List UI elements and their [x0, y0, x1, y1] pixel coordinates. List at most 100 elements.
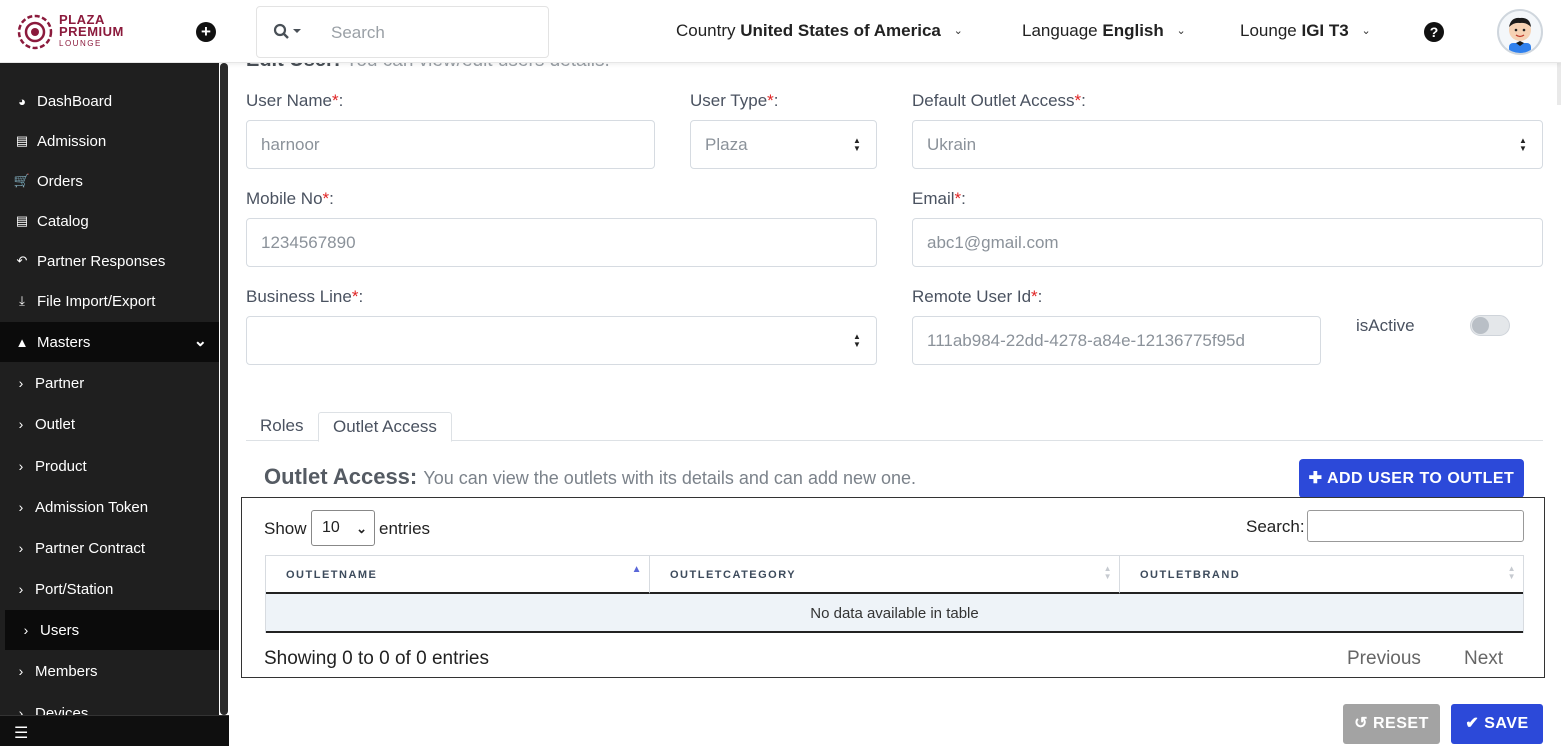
logo-mark-icon: [17, 14, 53, 50]
user-name-label: User Name*:: [246, 91, 343, 111]
remote-user-id-input[interactable]: 111ab984-22dd-4278-a84e-12136775f95d: [912, 316, 1321, 365]
mobile-label: Mobile No*:: [246, 189, 334, 209]
toggle-knob: [1472, 317, 1489, 334]
sidebar-item-admission[interactable]: ▤ Admission: [0, 121, 219, 161]
select-arrows-icon: ▲ ▼: [1519, 136, 1527, 153]
sidebar-item-users[interactable]: › Users: [5, 610, 219, 650]
sidebar-scrollbar[interactable]: [219, 63, 229, 715]
global-search[interactable]: Search: [256, 6, 549, 58]
avatar[interactable]: [1497, 9, 1543, 55]
outlet-access-title: Outlet Access:: [264, 464, 418, 489]
search-input[interactable]: Search: [331, 23, 385, 43]
chevron-right-icon: ›: [18, 581, 24, 597]
sidebar-item-label: Port/Station: [35, 580, 114, 598]
label-text: Business Line: [246, 287, 352, 306]
show-label: Show: [264, 519, 307, 538]
chevron-down-icon: ⌄: [953, 25, 963, 37]
search-dropdown-icon[interactable]: [273, 23, 305, 43]
business-line-select[interactable]: ▲ ▼: [246, 316, 877, 365]
label-text: Mobile No: [246, 189, 323, 208]
column-header-outletcategory[interactable]: OUTLETCATEGORY ▲ ▼: [649, 556, 1119, 594]
sidebar-item-dashboard[interactable]: ◕ DashBoard: [0, 81, 219, 121]
sidebar-item-catalog[interactable]: ▤ Catalog: [0, 201, 219, 241]
business-line-label: Business Line*:: [246, 287, 363, 307]
sort-ascending-icon: ▲: [631, 564, 643, 575]
country-value: United States of America: [740, 21, 941, 40]
sidebar-item-port-station[interactable]: › Port/Station: [0, 569, 219, 609]
mobile-input[interactable]: 1234567890: [246, 218, 877, 267]
sidebar-item-partner-responses[interactable]: ↶ Partner Responses: [0, 241, 219, 281]
sidebar-item-partner-contract[interactable]: › Partner Contract: [0, 528, 219, 568]
remote-user-id-label: Remote User Id*:: [912, 287, 1042, 307]
user-name-input[interactable]: harnoor: [246, 120, 655, 169]
sidebar-item-members[interactable]: › Members: [0, 651, 219, 691]
scrollbar-thumb[interactable]: [220, 63, 228, 715]
required-mark: *: [767, 91, 774, 110]
is-active-label: isActive: [1356, 316, 1415, 335]
user-type-select[interactable]: Plaza ▲ ▼: [690, 120, 877, 169]
column-header-outletname[interactable]: OUTLETNAME ▲: [266, 556, 649, 594]
chevron-down-icon: ⌄: [193, 333, 207, 350]
sidebar-item-orders[interactable]: 🛒 Orders: [0, 161, 219, 201]
user-name-value: harnoor: [261, 135, 320, 154]
plaza-premium-logo[interactable]: PLAZA PREMIUM LOUNGE: [16, 13, 136, 51]
download-icon: ⤓: [19, 293, 25, 308]
sidebar-item-partner[interactable]: › Partner: [0, 363, 219, 403]
country-selector[interactable]: Country United States of America ⌄: [676, 21, 963, 41]
sidebar-item-label: Orders: [37, 172, 83, 190]
email-value: abc1@gmail.com: [927, 233, 1059, 252]
pagination-next[interactable]: Next: [1464, 648, 1503, 670]
is-active-toggle[interactable]: [1470, 315, 1510, 336]
add-circle-icon[interactable]: +: [196, 22, 216, 42]
select-arrows-icon: ▲ ▼: [853, 332, 861, 349]
label-colon: :: [1081, 91, 1086, 110]
empty-table-message: No data available in table: [266, 594, 1523, 633]
sidebar-item-label: Partner: [35, 374, 85, 392]
sidebar-item-label: Outlet: [35, 415, 76, 433]
sidebar-item-masters[interactable]: ▲ Masters ⌄: [0, 322, 219, 362]
label-colon: :: [1037, 287, 1043, 306]
sidebar-footer: ☰: [0, 715, 229, 746]
email-input[interactable]: abc1@gmail.com: [912, 218, 1543, 267]
sidebar-item-outlet[interactable]: › Outlet: [0, 404, 219, 444]
sidebar-item-product[interactable]: › Product: [0, 446, 219, 486]
lounge-label: Lounge: [1240, 21, 1297, 40]
chevron-right-icon: ›: [18, 663, 24, 679]
chevron-right-icon: ›: [18, 499, 24, 515]
default-outlet-value: Ukrain: [927, 135, 977, 154]
column-header-outletbrand[interactable]: OUTLETBRAND ▲ ▼: [1119, 556, 1523, 594]
document-icon: ▤: [15, 213, 29, 228]
main-content: Edit User: You can view/edit users detai…: [229, 49, 1561, 746]
column-label: OUTLETCATEGORY: [670, 569, 797, 581]
email-label: Email*:: [912, 189, 966, 209]
sort-icon: ▲ ▼: [1507, 564, 1517, 581]
label-text: Remote User Id: [912, 287, 1032, 306]
tab-bar: Roles Outlet Access: [246, 412, 1543, 442]
page-size-value: 10: [322, 519, 340, 536]
required-mark: *: [331, 91, 339, 110]
lounge-selector[interactable]: Lounge IGI T3 ⌄: [1240, 21, 1371, 41]
help-icon[interactable]: ?: [1424, 22, 1444, 42]
page-scrollbar[interactable]: [1557, 63, 1561, 105]
reset-button[interactable]: ↺ RESET: [1343, 704, 1440, 744]
default-outlet-select[interactable]: Ukrain ▲ ▼: [912, 120, 1543, 169]
sidebar-item-file-import-export[interactable]: ⤓ File Import/Export: [0, 281, 219, 321]
add-user-to-outlet-button[interactable]: ✚ ADD USER TO OUTLET: [1299, 459, 1524, 498]
menu-toggle-icon[interactable]: ☰: [14, 723, 28, 743]
chevron-right-icon: ›: [18, 458, 24, 474]
sidebar-item-admission-token[interactable]: › Admission Token: [0, 487, 219, 527]
user-type-value: Plaza: [705, 135, 748, 154]
logo-line3: LOUNGE: [59, 39, 102, 48]
table-search-input[interactable]: [1307, 510, 1524, 542]
logo-line2: PREMIUM: [59, 24, 124, 39]
chevron-down-icon: ⌄: [1361, 25, 1371, 37]
tab-roles[interactable]: Roles: [246, 412, 317, 441]
tab-outlet-access[interactable]: Outlet Access: [318, 412, 452, 442]
pagination-previous[interactable]: Previous: [1347, 648, 1421, 670]
save-button[interactable]: ✔ SAVE: [1451, 704, 1543, 744]
chevron-right-icon: ›: [23, 622, 29, 638]
language-selector[interactable]: Language English ⌄: [1022, 21, 1186, 41]
sitemap-icon: ▲: [15, 334, 29, 350]
check-icon: ✔: [1465, 715, 1480, 732]
page-size-select[interactable]: 10 ⌄: [311, 510, 375, 546]
